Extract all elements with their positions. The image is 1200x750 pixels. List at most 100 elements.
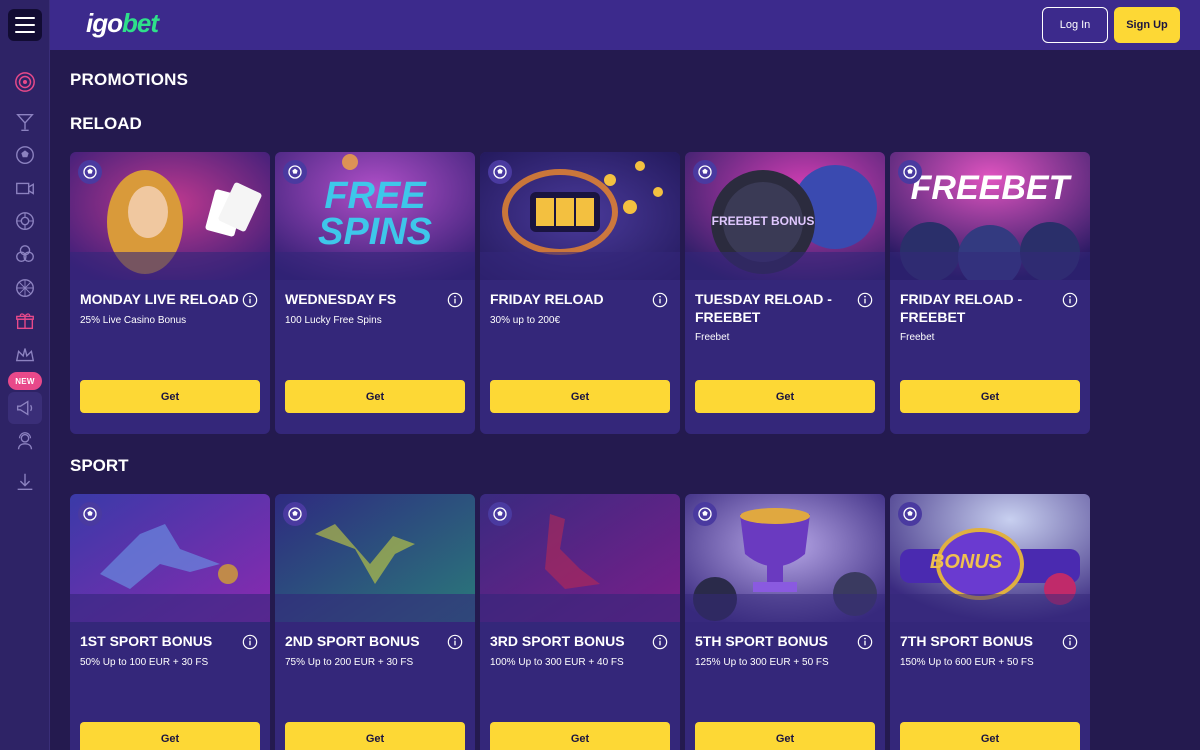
sport-badge: [283, 502, 307, 526]
section-title-sport: SPORT: [70, 456, 129, 475]
hamburger-icon: [15, 17, 35, 19]
promo-image-trophy: [685, 494, 885, 622]
sidebar-item-download[interactable]: [13, 470, 37, 494]
sport-badge: [898, 160, 922, 184]
info-icon[interactable]: [447, 634, 463, 650]
signup-button[interactable]: Sign Up: [1114, 7, 1180, 43]
bonus-image-text: BONUS: [929, 551, 1003, 573]
promo-image-freebet-chip: FREEBET BONUS: [685, 152, 885, 280]
igobet-logo[interactable]: igobet: [86, 8, 159, 39]
get-button[interactable]: Get: [490, 722, 670, 750]
promo-card[interactable]: 5TH SPORT BONUS 125% Up to 300 EUR + 50 …: [685, 494, 885, 750]
promo-image-soccer-player: [275, 494, 475, 622]
promo-image-free-spins: FREE SPINS: [275, 152, 475, 280]
info-icon[interactable]: [242, 634, 258, 650]
soccer-ball-icon: [493, 165, 507, 179]
hamburger-line: [15, 24, 35, 26]
page-title: PROMOTIONS: [70, 70, 189, 89]
promo-title: FRIDAY RELOAD - FREEBET: [900, 291, 1023, 325]
info-icon[interactable]: [652, 634, 668, 650]
sidebar-item-bingo[interactable]: [13, 242, 37, 266]
promo-image-boxing-belt: BONUS: [890, 494, 1090, 622]
sport-badge: [283, 160, 307, 184]
promo-title: 5TH SPORT BONUS: [695, 633, 829, 649]
soccer-ball-icon: [288, 507, 302, 521]
get-button[interactable]: Get: [80, 380, 260, 413]
sidebar-item-tv-games[interactable]: [13, 176, 37, 200]
promo-subtitle: Freebet: [695, 332, 730, 343]
target-icon: [15, 72, 35, 92]
logo-text-part2: bet: [122, 8, 159, 38]
soccer-ball-icon: [903, 507, 917, 521]
get-button[interactable]: Get: [490, 380, 670, 413]
promo-image-live-dealer: [70, 152, 270, 280]
info-icon[interactable]: [1062, 634, 1078, 650]
soccer-ball-icon: [903, 165, 917, 179]
soccer-ball-icon: [83, 507, 97, 521]
sport-badge: [488, 502, 512, 526]
headset-icon: [17, 432, 33, 450]
sidebar-item-support[interactable]: [13, 429, 37, 453]
promo-title: 1ST SPORT BONUS: [80, 633, 213, 649]
promo-image-slot-machine: [480, 152, 680, 280]
sport-badge: [78, 160, 102, 184]
promo-subtitle: 125% Up to 300 EUR + 50 FS: [695, 657, 829, 668]
soccer-ball-icon: [698, 165, 712, 179]
info-icon[interactable]: [1062, 292, 1078, 308]
sport-cards-row: 1ST SPORT BONUS 50% Up to 100 EUR + 30 F…: [70, 494, 1090, 750]
reload-cards-row: MONDAY LIVE RELOAD 25% Live Casino Bonus…: [70, 152, 1090, 434]
free-spins-image-text: FREE SPINS: [317, 175, 433, 253]
sidebar-item-roulette[interactable]: [13, 209, 37, 233]
hamburger-line: [15, 31, 35, 33]
sidebar-item-live-casino[interactable]: [13, 110, 37, 134]
sidebar-item-virtual[interactable]: [13, 276, 37, 300]
promo-card[interactable]: 3RD SPORT BONUS 100% Up to 300 EUR + 40 …: [480, 494, 680, 750]
get-button[interactable]: Get: [695, 722, 875, 750]
get-button[interactable]: Get: [285, 380, 465, 413]
menu-button[interactable]: [8, 9, 42, 41]
sidebar-item-casino[interactable]: [13, 70, 37, 94]
sidebar-item-promotions[interactable]: [13, 309, 37, 333]
get-button[interactable]: Get: [285, 722, 465, 750]
freebet-bonus-image-text: FREEBET BONUS: [711, 214, 815, 228]
info-icon[interactable]: [447, 292, 463, 308]
promo-subtitle: Freebet: [900, 332, 935, 343]
promo-card[interactable]: FREEBET BONUS TUESDAY RELOAD - FREEBET F…: [685, 152, 885, 434]
promo-image-freebet: FREEBET: [890, 152, 1090, 280]
promo-card[interactable]: 1ST SPORT BONUS 50% Up to 100 EUR + 30 F…: [70, 494, 270, 750]
promo-card[interactable]: MONDAY LIVE RELOAD 25% Live Casino Bonus…: [70, 152, 270, 434]
promo-image-volleyball: [70, 494, 270, 622]
get-button[interactable]: Get: [80, 722, 260, 750]
new-badge: NEW: [8, 372, 42, 390]
promo-title: MONDAY LIVE RELOAD: [80, 291, 239, 307]
promo-title: WEDNESDAY FS: [285, 291, 397, 307]
promo-card[interactable]: FRIDAY RELOAD 30% up to 200€ Get: [480, 152, 680, 434]
sidebar-item-tournaments[interactable]: [13, 396, 37, 420]
promo-card[interactable]: BONUS 7TH SPORT BONUS 150% Up to 600 EUR…: [890, 494, 1090, 750]
info-icon[interactable]: [857, 634, 873, 650]
info-icon[interactable]: [857, 292, 873, 308]
login-button[interactable]: Log In: [1042, 7, 1108, 43]
promo-card[interactable]: FREEBET FRIDAY RELOAD - FREEBET Freebet …: [890, 152, 1090, 434]
megaphone-icon: [16, 400, 33, 416]
logo-text-part1: igo: [86, 8, 123, 38]
info-icon[interactable]: [652, 292, 668, 308]
sport-badge: [78, 502, 102, 526]
soccer-ball-icon: [288, 165, 302, 179]
get-button[interactable]: Get: [695, 380, 875, 413]
promo-card[interactable]: FREE SPINS WEDNESDAY FS 100 Lucky Free S…: [275, 152, 475, 434]
crown-icon: [15, 348, 35, 362]
promo-subtitle: 150% Up to 600 EUR + 50 FS: [900, 657, 1034, 668]
sidebar-item-sport[interactable]: [13, 143, 37, 167]
sport-badge: [488, 160, 512, 184]
wheel-icon: [16, 279, 34, 297]
top-header: igobet Log In Sign Up: [50, 0, 1200, 50]
info-icon[interactable]: [242, 292, 258, 308]
get-button[interactable]: Get: [900, 380, 1080, 413]
get-button[interactable]: Get: [900, 722, 1080, 750]
roulette-icon: [16, 212, 34, 230]
sidebar-item-vip[interactable]: [13, 343, 37, 367]
promo-title: 7TH SPORT BONUS: [900, 633, 1034, 649]
sport-badge: [898, 502, 922, 526]
promo-card[interactable]: 2ND SPORT BONUS 75% Up to 200 EUR + 30 F…: [275, 494, 475, 750]
